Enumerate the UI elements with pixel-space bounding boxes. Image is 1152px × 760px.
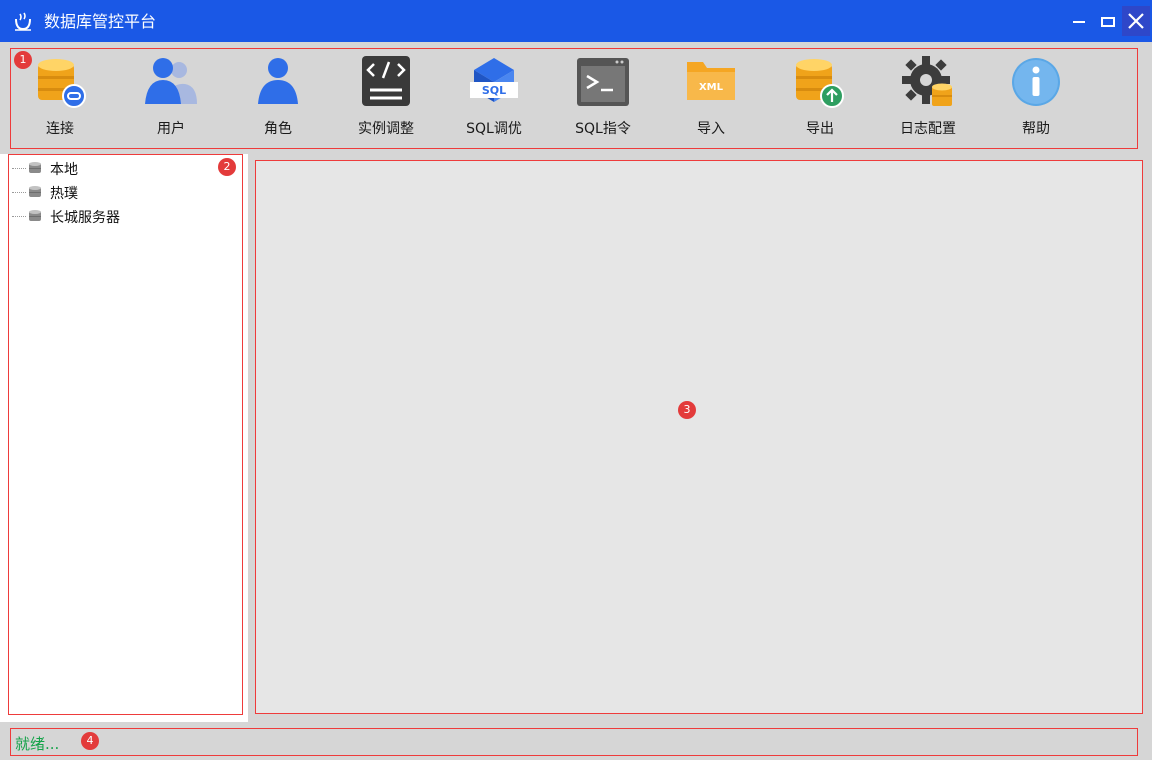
tree-connector	[12, 192, 26, 193]
code-instance-icon	[362, 56, 410, 106]
role-icon	[258, 58, 298, 104]
toolbar-import-label: 导入	[697, 121, 725, 137]
xml-folder-icon: XML	[687, 62, 735, 100]
toolbar-sql-tuning-button[interactable]: SQL SQL调优	[444, 56, 544, 146]
toolbar-instance-adjust-button[interactable]: 实例调整	[336, 56, 436, 146]
close-icon	[1128, 13, 1144, 29]
app-window: 数据库管控平台 1 连接 用户 角色 实例调整 SQL SQL调优 SQL指令 …	[0, 0, 1152, 760]
tree-item-repu[interactable]: 热璞	[12, 181, 232, 203]
tree-item-label: 本地	[50, 162, 78, 178]
toolbar-export-button[interactable]: 导出	[770, 56, 870, 146]
annotation-badge-3: 3	[678, 401, 696, 419]
sql-tuning-icon: SQL	[470, 58, 518, 102]
users-icon	[145, 58, 197, 104]
database-icon	[29, 162, 41, 173]
maximize-icon	[1101, 17, 1115, 27]
tree-connector	[12, 168, 26, 169]
toolbar-users-button[interactable]: 用户	[121, 56, 221, 146]
toolbar-log-config-label: 日志配置	[900, 121, 956, 137]
toolbar-sql-command-button[interactable]: SQL指令	[553, 56, 653, 146]
toolbar-import-button[interactable]: XML 导入	[661, 56, 761, 146]
connection-tree-panel: 2 本地 热璞 长城服务器	[0, 154, 248, 722]
main-content-area[interactable]: 3	[255, 160, 1143, 714]
minimize-button[interactable]	[1066, 6, 1094, 36]
maximize-button[interactable]	[1094, 6, 1122, 36]
tree-highlight-frame	[8, 154, 243, 715]
gear-database-icon	[902, 56, 952, 106]
tree-item-local[interactable]: 本地	[12, 157, 232, 179]
tree-connector	[12, 216, 26, 217]
database-icon	[29, 210, 41, 221]
tree-item-label: 热璞	[50, 186, 78, 202]
toolbar-connect-label: 连接	[46, 121, 74, 137]
annotation-badge-4: 4	[81, 732, 99, 750]
status-bar: 就绪... 4	[10, 728, 1138, 756]
info-icon	[1012, 58, 1060, 106]
tree-item-greatwall-server[interactable]: 长城服务器	[12, 205, 232, 227]
svg-text:SQL: SQL	[482, 84, 506, 97]
connect-database-icon	[38, 59, 86, 108]
status-text: 就绪...	[15, 735, 60, 753]
window-title: 数据库管控平台	[44, 12, 157, 31]
app-logo-icon	[15, 12, 31, 31]
toolbar-instance-adjust-label: 实例调整	[358, 121, 414, 137]
toolbar-role-button[interactable]: 角色	[228, 56, 328, 146]
minimize-icon	[1073, 21, 1085, 23]
close-button[interactable]	[1122, 6, 1150, 36]
toolbar: 1 连接 用户 角色 实例调整 SQL SQL调优 SQL指令 XML 导入 导…	[0, 42, 1152, 154]
toolbar-help-button[interactable]: 帮助	[986, 56, 1086, 146]
toolbar-help-label: 帮助	[1022, 121, 1050, 137]
database-icon	[29, 186, 41, 197]
toolbar-sql-command-label: SQL指令	[575, 121, 631, 137]
terminal-icon	[577, 58, 629, 106]
export-database-icon	[796, 59, 844, 108]
toolbar-connect-button[interactable]: 连接	[10, 56, 110, 146]
toolbar-export-label: 导出	[806, 121, 834, 137]
toolbar-sql-tuning-label: SQL调优	[466, 121, 522, 137]
toolbar-users-label: 用户	[157, 121, 185, 137]
toolbar-role-label: 角色	[264, 121, 292, 137]
toolbar-log-config-button[interactable]: 日志配置	[878, 56, 978, 146]
title-bar[interactable]: 数据库管控平台	[0, 0, 1152, 42]
svg-text:XML: XML	[699, 82, 724, 93]
tree-item-label: 长城服务器	[50, 210, 120, 226]
